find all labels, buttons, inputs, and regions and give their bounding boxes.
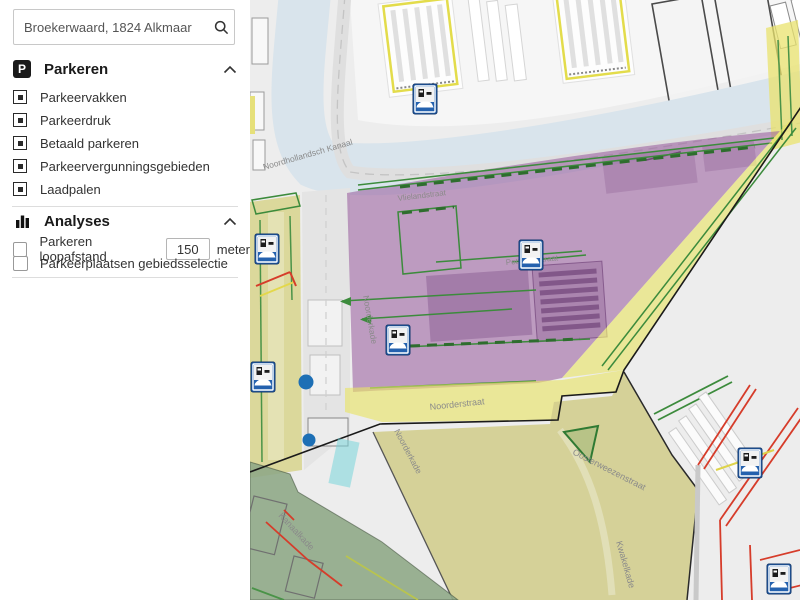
layer-swatch-icon — [13, 90, 27, 104]
paid-parking-sign-icon[interactable] — [386, 325, 410, 355]
analyses-section-header[interactable]: Analyses — [13, 213, 237, 230]
map-canvas[interactable]: Noordhollandsch Kanaal — [250, 0, 800, 600]
layer-label: Betaald parkeren — [40, 136, 139, 151]
divider — [12, 277, 238, 278]
paid-parking-sign-icon[interactable] — [519, 240, 543, 270]
paid-zone-fragment — [250, 96, 255, 134]
search-input[interactable] — [14, 20, 208, 35]
sidebar-item-laadpalen[interactable]: Laadpalen — [13, 180, 101, 198]
search-icon[interactable] — [208, 20, 234, 35]
area-selection-row: Parkeerplaatsen gebiedsselectie — [13, 256, 228, 271]
bar-chart-icon — [13, 214, 31, 229]
layer-swatch-icon — [13, 159, 27, 173]
area-selection-label: Parkeerplaatsen gebiedsselectie — [40, 256, 228, 271]
layer-swatch-icon — [13, 182, 27, 196]
chevron-up-icon[interactable] — [223, 65, 237, 74]
layer-label: Laadpalen — [40, 182, 101, 197]
divider — [12, 206, 238, 207]
parkeren-section-header[interactable]: P Parkeren — [13, 60, 237, 78]
area-selection-checkbox[interactable] — [13, 256, 28, 271]
charging-point-marker[interactable] — [303, 434, 316, 447]
parking-app: P Parkeren Parkeervakken Parkeerdruk Bet… — [0, 0, 800, 600]
layer-swatch-icon — [13, 136, 27, 150]
chevron-up-icon[interactable] — [223, 217, 237, 226]
charging-point-marker[interactable] — [299, 375, 314, 390]
walk-distance-unit: meter — [217, 242, 250, 257]
search-box[interactable] — [13, 9, 235, 45]
sidebar: P Parkeren Parkeervakken Parkeerdruk Bet… — [0, 0, 250, 600]
quay-area — [302, 188, 350, 470]
analyses-title: Analyses — [44, 213, 110, 230]
paid-parking-sign-icon[interactable] — [251, 362, 275, 392]
walk-distance-checkbox[interactable] — [13, 242, 27, 257]
sidebar-item-betaald-parkeren[interactable]: Betaald parkeren — [13, 134, 139, 152]
sidebar-item-parkeervakken[interactable]: Parkeervakken — [13, 88, 127, 106]
layer-label: Parkeervergunningsgebieden — [40, 159, 210, 174]
paid-parking-sign-icon[interactable] — [767, 564, 791, 594]
layer-swatch-icon — [13, 113, 27, 127]
paid-parking-sign-icon[interactable] — [255, 234, 279, 264]
parkeren-title: Parkeren — [44, 61, 108, 78]
paid-parking-sign-icon[interactable] — [413, 84, 437, 114]
sidebar-item-parkeerdruk[interactable]: Parkeerdruk — [13, 111, 111, 129]
paid-parking-sign-icon[interactable] — [738, 448, 762, 478]
parking-p-icon: P — [13, 60, 31, 78]
layer-label: Parkeervakken — [40, 90, 127, 105]
layer-label: Parkeerdruk — [40, 113, 111, 128]
sidebar-item-parkeervergunningsgebieden[interactable]: Parkeervergunningsgebieden — [13, 157, 210, 175]
